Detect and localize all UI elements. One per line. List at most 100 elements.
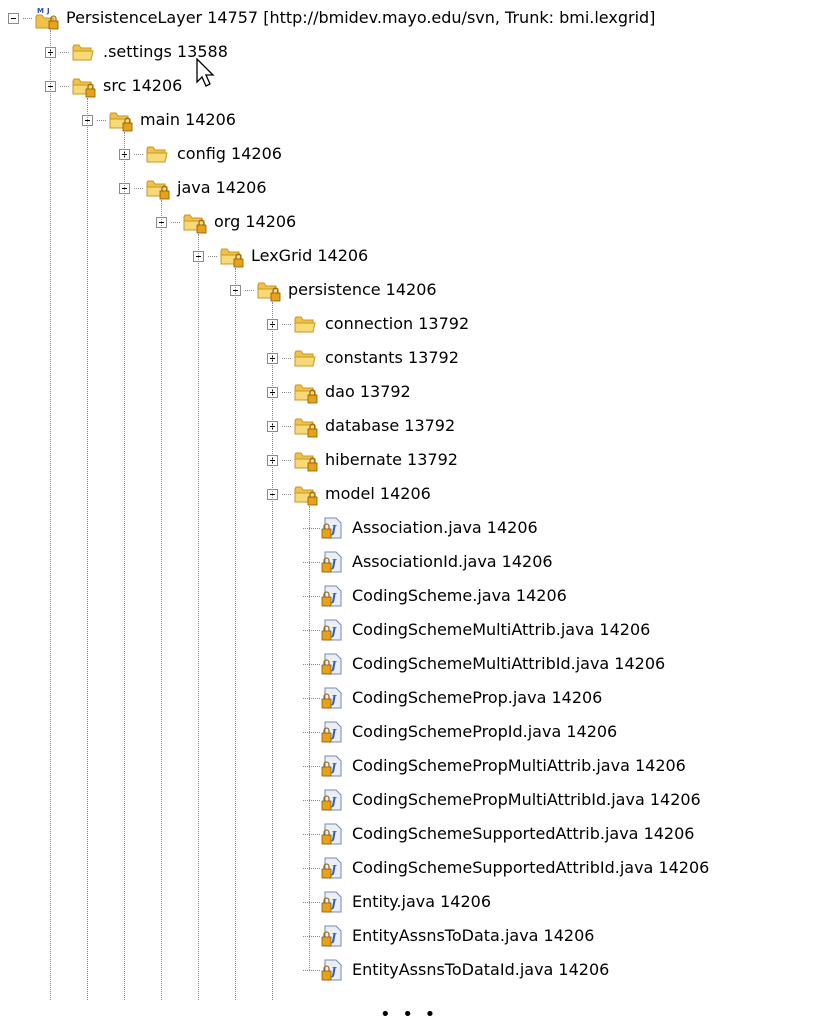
package-folder-icon — [108, 108, 134, 132]
tree-node-label: EntityAssnsToData.java 14206 — [352, 926, 595, 945]
tree-node-label: database 13792 — [325, 416, 456, 435]
tree-connector — [282, 493, 291, 495]
tree-connector — [303, 732, 320, 733]
folder-icon — [293, 312, 319, 336]
tree-connector — [97, 119, 106, 121]
tree-node-codingschemepropid-java-14206[interactable]: J CodingSchemePropId.java 14206 — [320, 715, 617, 749]
tree-connector — [303, 834, 320, 835]
svg-text:M: M — [37, 7, 44, 15]
tree-node-label: config 14206 — [177, 144, 282, 163]
tree-node-config-14206[interactable]: config 14206 — [119, 137, 282, 171]
tree-node-label: CodingSchemePropMultiAttribId.java 14206 — [352, 790, 701, 809]
java-file-icon: J — [320, 924, 346, 948]
java-file-icon: J — [320, 652, 346, 676]
tree-connector — [303, 766, 320, 767]
folder-icon — [293, 346, 319, 370]
tree-node-codingschememultiattribid-java-14206[interactable]: J CodingSchemeMultiAttribId.java 14206 — [320, 647, 665, 681]
tree-node-label: CodingSchemeMultiAttrib.java 14206 — [352, 620, 651, 639]
tree-guide-line — [309, 506, 310, 970]
package-folder-icon — [293, 380, 319, 404]
tree-node-constants-13792[interactable]: constants 13792 — [267, 341, 459, 375]
tree-node-codingschemepropmultiattrib-java-14206[interactable]: J CodingSchemePropMultiAttrib.java 14206 — [320, 749, 686, 783]
tree-node-persistence-14206[interactable]: persistence 14206 — [230, 273, 437, 307]
tree-node-label: CodingSchemePropId.java 14206 — [352, 722, 618, 741]
tree-node-org-14206[interactable]: org 14206 — [156, 205, 296, 239]
tree-node-codingschemesupportedattrib-java-14206[interactable]: J CodingSchemeSupportedAttrib.java 14206 — [320, 817, 694, 851]
tree-connector — [282, 357, 291, 359]
project-icon: M J — [34, 6, 60, 30]
package-folder-icon — [182, 210, 208, 234]
java-file-icon: J — [320, 890, 346, 914]
tree-node-label: AssociationId.java 14206 — [352, 552, 553, 571]
tree-node-label: model 14206 — [325, 484, 431, 503]
tree-connector — [303, 562, 320, 563]
java-file-icon: J — [320, 754, 346, 778]
repository-tree: M J PersistenceLayer 14757 [http://bmide… — [0, 0, 817, 1026]
tree-connector — [245, 289, 254, 291]
tree-node-codingschemeprop-java-14206[interactable]: J CodingSchemeProp.java 14206 — [320, 681, 602, 715]
tree-node-label: CodingSchemeMultiAttribId.java 14206 — [352, 654, 666, 673]
tree-node-main-14206[interactable]: main 14206 — [82, 103, 236, 137]
java-file-icon: J — [320, 618, 346, 642]
tree-node-dao-13792[interactable]: dao 13792 — [267, 375, 411, 409]
tree-node-model-14206[interactable]: model 14206 — [267, 477, 431, 511]
tree-connector — [303, 528, 320, 529]
tree-node-associationid-java-14206[interactable]: J AssociationId.java 14206 — [320, 545, 553, 579]
tree-node-label: Entity.java 14206 — [352, 892, 492, 911]
java-file-icon: J — [320, 958, 346, 982]
tree-node-entity-java-14206[interactable]: J Entity.java 14206 — [320, 885, 491, 919]
tree-connector — [60, 51, 69, 53]
tree-node-src-14206[interactable]: src 14206 — [45, 69, 182, 103]
tree-connector — [303, 698, 320, 699]
tree-guide-line — [50, 30, 51, 1000]
tree-connector — [303, 630, 320, 631]
tree-node-association-java-14206[interactable]: J Association.java 14206 — [320, 511, 538, 545]
tree-connector — [171, 221, 180, 223]
folder-icon — [145, 142, 171, 166]
tree-connector — [303, 970, 320, 971]
more-indicator: • • • — [380, 1004, 439, 1025]
tree-connector — [303, 902, 320, 903]
tree-guide-line — [235, 268, 236, 1000]
tree-connector — [282, 459, 291, 461]
tree-node-codingschememultiattrib-java-14206[interactable]: J CodingSchemeMultiAttrib.java 14206 — [320, 613, 650, 647]
tree-connector — [208, 255, 217, 257]
tree-node-label: CodingSchemeSupportedAttrib.java 14206 — [352, 824, 695, 843]
tree-guide-line — [198, 234, 199, 1000]
mouse-cursor-icon — [196, 58, 215, 87]
package-folder-icon — [293, 448, 319, 472]
tree-node-entityassnstodata-java-14206[interactable]: J EntityAssnsToData.java 14206 — [320, 919, 594, 953]
java-file-icon: J — [320, 720, 346, 744]
tree-node-java-14206[interactable]: java 14206 — [119, 171, 267, 205]
tree-node-label: connection 13792 — [325, 314, 470, 333]
tree-connector — [303, 664, 320, 665]
tree-connector — [134, 187, 143, 189]
tree-node-lexgrid-14206[interactable]: LexGrid 14206 — [193, 239, 368, 273]
package-folder-icon — [293, 482, 319, 506]
tree-node-label: LexGrid 14206 — [251, 246, 369, 265]
tree-node-entityassnstodataid-java-14206[interactable]: J EntityAssnsToDataId.java 14206 — [320, 953, 609, 987]
tree-node-label: persistence 14206 — [288, 280, 437, 299]
tree-node-codingschemepropmultiattribid-java-14206[interactable]: J CodingSchemePropMultiAttribId.java 142… — [320, 783, 701, 817]
tree-connector — [303, 868, 320, 869]
java-file-icon: J — [320, 856, 346, 880]
tree-node-connection-13792[interactable]: connection 13792 — [267, 307, 469, 341]
tree-node-persistencelayer-14757-http-bmidev-mayo-edu-svn-trunk-bmi-lexgrid[interactable]: M J PersistenceLayer 14757 [http://bmide… — [8, 1, 655, 35]
tree-node-label: Association.java 14206 — [352, 518, 538, 537]
package-folder-icon — [145, 176, 171, 200]
tree-guide-line — [124, 132, 125, 1000]
java-file-icon: J — [320, 516, 346, 540]
tree-node-label: hibernate 13792 — [325, 450, 458, 469]
tree-node-label: main 14206 — [140, 110, 236, 129]
tree-node-codingschemesupportedattribid-java-14206[interactable]: J CodingSchemeSupportedAttribId.java 142… — [320, 851, 709, 885]
tree-node-hibernate-13792[interactable]: hibernate 13792 — [267, 443, 458, 477]
tree-guide-line — [87, 98, 88, 1000]
tree-node-label: org 14206 — [214, 212, 297, 231]
tree-node-label: dao 13792 — [325, 382, 411, 401]
tree-connector — [303, 596, 320, 597]
tree-node-database-13792[interactable]: database 13792 — [267, 409, 455, 443]
tree-node-label: CodingSchemeSupportedAttribId.java 14206 — [352, 858, 710, 877]
java-file-icon: J — [320, 822, 346, 846]
collapse-icon[interactable] — [8, 12, 19, 24]
tree-node-codingscheme-java-14206[interactable]: J CodingScheme.java 14206 — [320, 579, 567, 613]
